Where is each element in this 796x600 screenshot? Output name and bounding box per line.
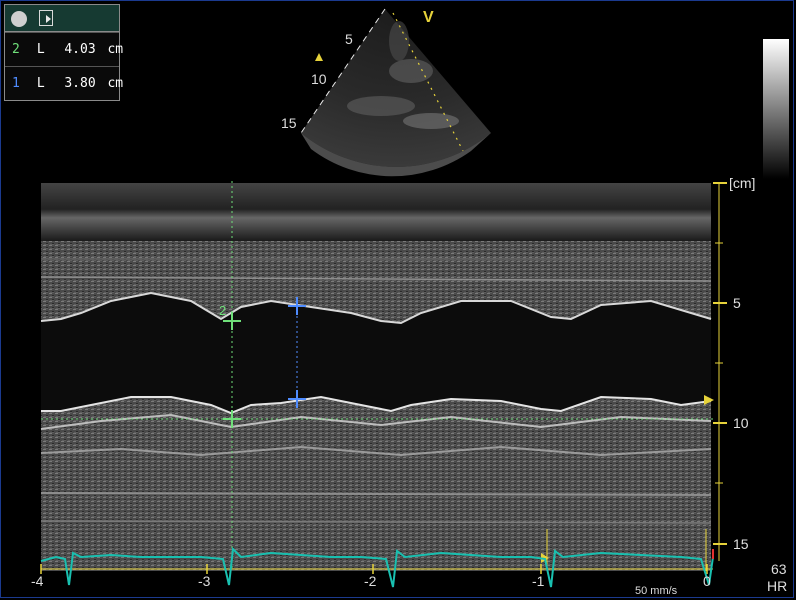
time-tick-label: 0 (703, 573, 711, 589)
sector-depth-label: 10 (311, 71, 327, 87)
grayscale-bar (763, 39, 789, 179)
heart-rate-label: HR (767, 578, 788, 594)
heart-rate-value: 63 (771, 561, 787, 577)
ultrasound-frame: 2 L 4.03 cm 1 L 3.80 cm V 5 10 15 [cm] 5… (0, 0, 794, 598)
sector-image (300, 8, 491, 177)
time-tick-label: -1 (532, 573, 545, 589)
sector-depth-label: 5 (345, 31, 353, 47)
depth-unit-label: [cm] (729, 175, 756, 191)
depth-axis (713, 182, 727, 561)
measurement-type: L (36, 76, 45, 91)
time-tick-label: -2 (364, 573, 377, 589)
mmode-strip (40, 183, 712, 571)
pointer-icon[interactable] (39, 10, 53, 26)
time-tick-label: -4 (31, 573, 44, 589)
measurement-value: 3.80 (64, 76, 96, 91)
measurement-row-1[interactable]: 1 L 3.80 cm (5, 66, 123, 100)
caliper-2-label: 2 (219, 303, 227, 318)
depth-tick-label: 10 (733, 415, 749, 431)
measurement-row-2[interactable]: 2 L 4.03 cm (5, 32, 123, 66)
measurement-panel-header (5, 5, 119, 32)
measurement-type: L (36, 42, 45, 57)
focus-marker-icon (315, 53, 323, 61)
measurement-panel: 2 L 4.03 cm 1 L 3.80 cm (4, 4, 123, 101)
orientation-mark: V (423, 9, 434, 26)
depth-tick-label: 5 (733, 295, 741, 311)
sector-depth-label: 15 (281, 115, 297, 131)
measurement-unit: cm (107, 76, 124, 91)
depth-tick-label: 15 (733, 536, 749, 552)
sweep-speed: 50 mm/s (635, 585, 678, 597)
time-tick-label: -3 (198, 573, 211, 589)
measurement-unit: cm (107, 42, 124, 57)
measurement-value: 4.03 (64, 42, 96, 57)
record-icon[interactable] (11, 11, 27, 27)
measurement-index: 2 (12, 42, 20, 57)
measurement-index: 1 (12, 76, 20, 91)
